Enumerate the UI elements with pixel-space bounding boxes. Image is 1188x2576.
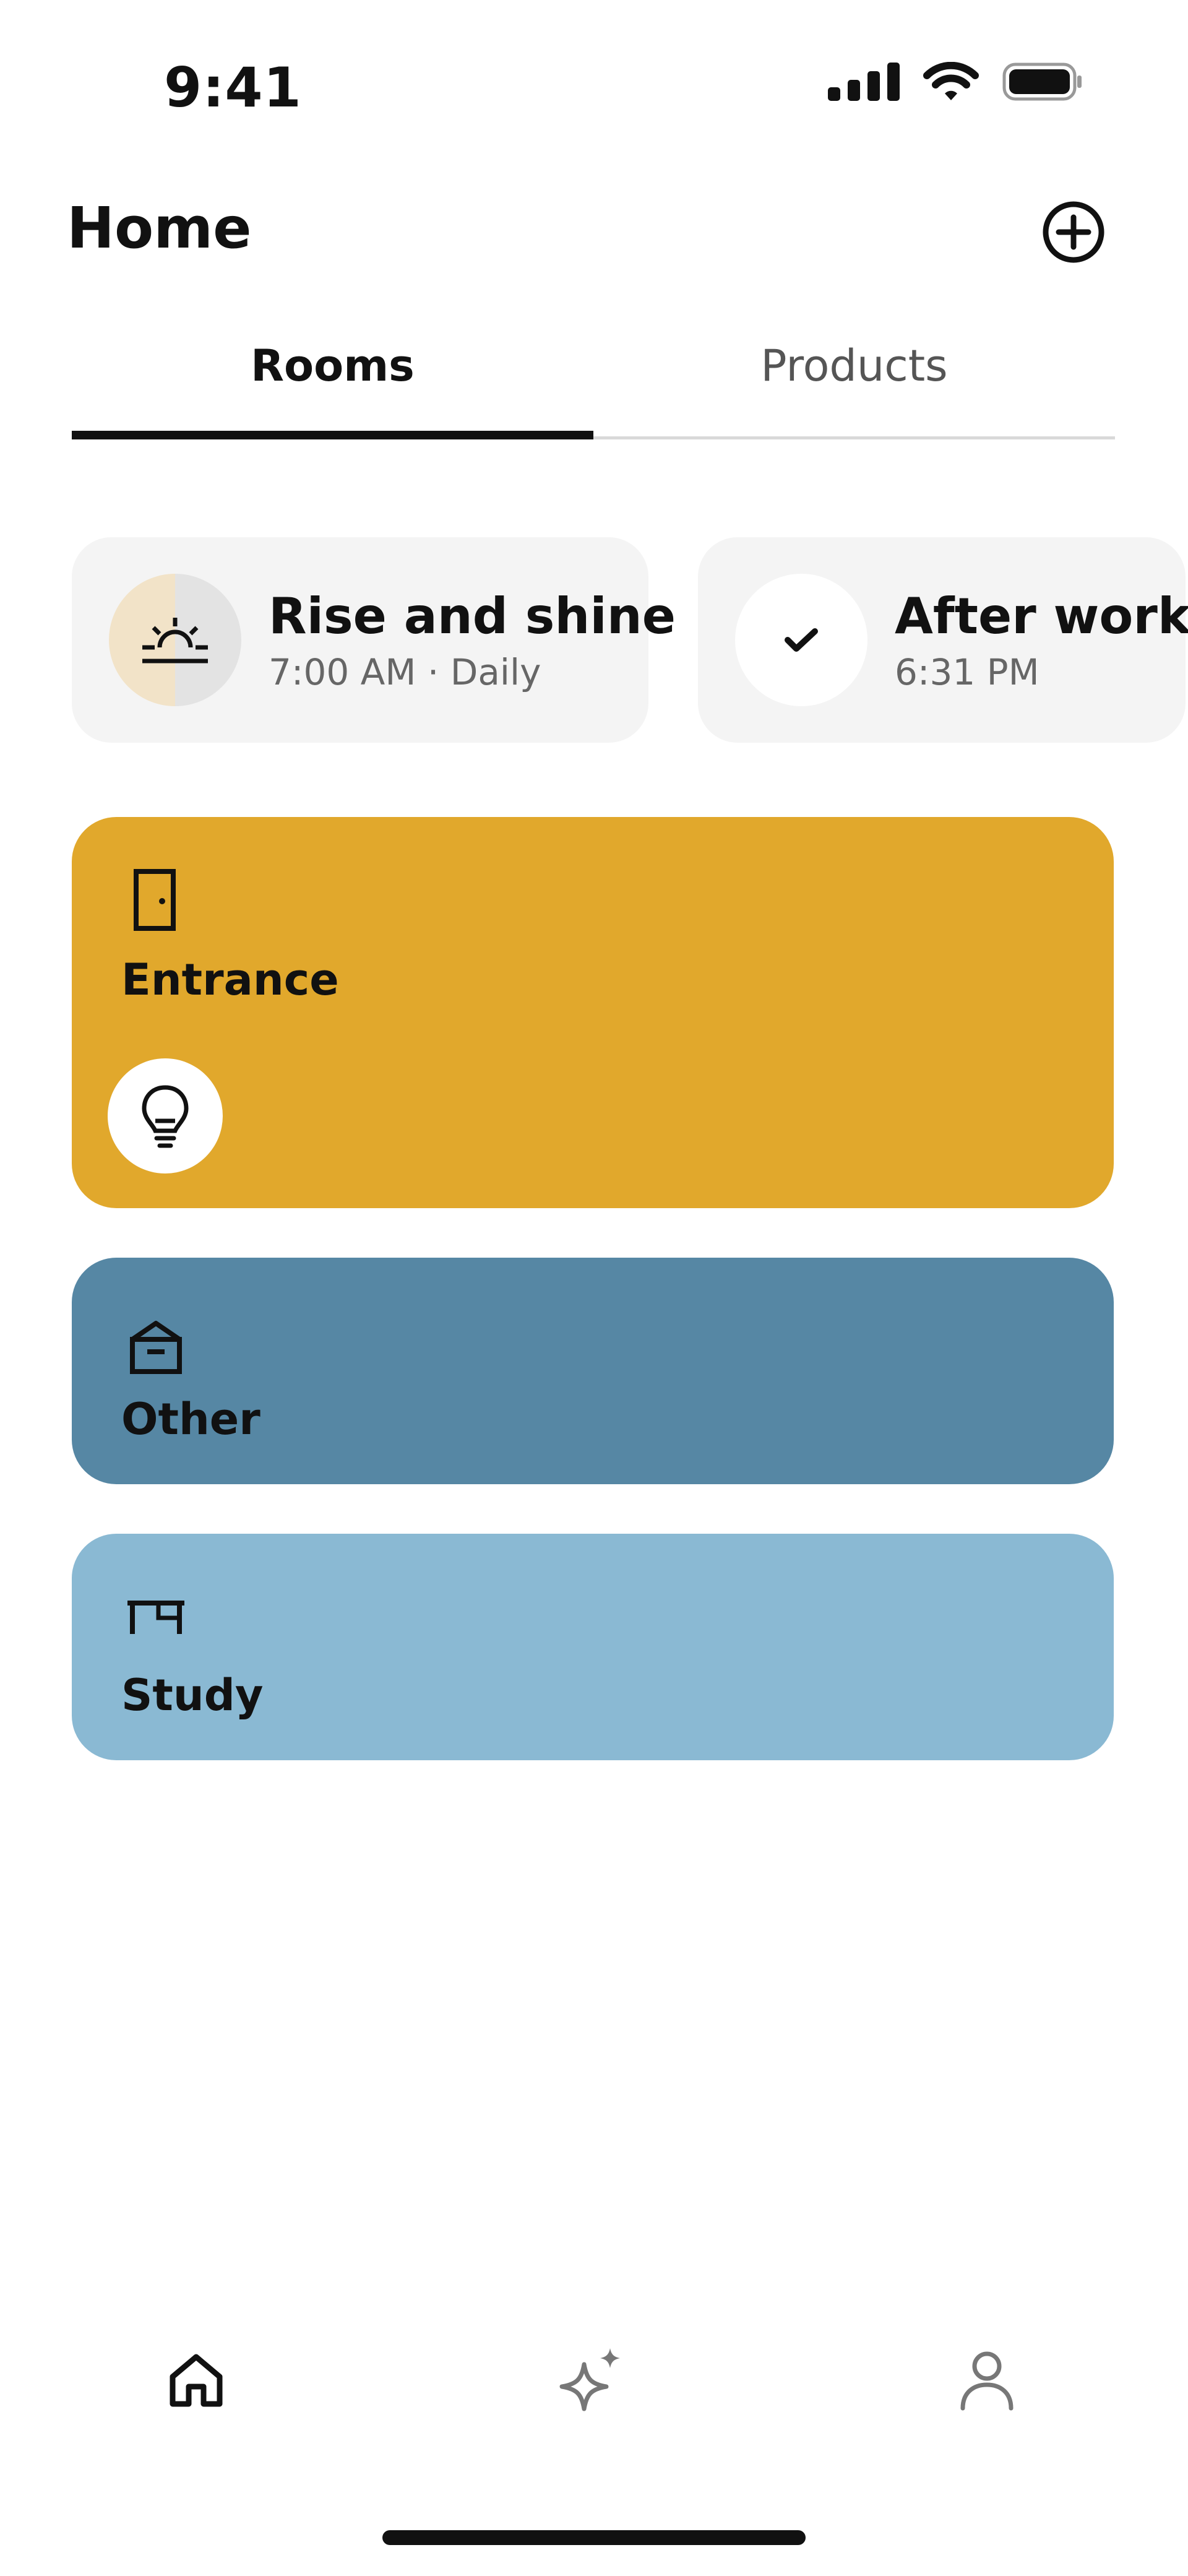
nav-home[interactable] xyxy=(150,2333,243,2426)
room-card-other[interactable]: Other xyxy=(72,1258,1114,1484)
light-device-button[interactable] xyxy=(108,1058,223,1173)
desk-icon xyxy=(127,1601,184,1634)
home-icon xyxy=(170,2354,223,2407)
status-icons xyxy=(828,62,1083,102)
routine-text: After work 6:31 PM xyxy=(895,587,1188,693)
plus-circle-icon xyxy=(1043,201,1104,263)
tab-rooms[interactable]: Rooms xyxy=(72,334,593,439)
tab-rooms-label: Rooms xyxy=(251,340,415,391)
room-name: Study xyxy=(121,1670,264,1721)
routine-avatar xyxy=(735,574,867,706)
routines-carousel[interactable]: Rise and shine 7:00 AM · Daily After wor… xyxy=(72,537,1188,743)
room-name: Entrance xyxy=(121,954,339,1005)
room-card-study[interactable]: Study xyxy=(72,1534,1114,1760)
tab-products[interactable]: Products xyxy=(593,334,1115,439)
add-button[interactable] xyxy=(1040,198,1108,266)
routine-avatar xyxy=(109,574,241,706)
page-title: Home xyxy=(67,195,252,261)
home-indicator xyxy=(382,2530,806,2545)
nav-scenes[interactable] xyxy=(544,2333,637,2426)
routine-schedule: 7:00 AM · Daily xyxy=(269,650,541,693)
routine-card-rise-and-shine[interactable]: Rise and shine 7:00 AM · Daily xyxy=(72,537,676,743)
battery-icon xyxy=(1002,63,1082,101)
profile-icon xyxy=(960,2351,1014,2411)
cellular-signal-icon xyxy=(828,63,900,101)
wifi-icon xyxy=(923,62,979,100)
door-icon xyxy=(134,869,176,931)
sparkle-icon xyxy=(559,2348,620,2411)
bottom-nav xyxy=(0,2333,1188,2426)
tab-products-label: Products xyxy=(760,340,948,391)
status-time: 9:41 xyxy=(164,56,302,119)
lightbulb-icon xyxy=(142,1085,189,1148)
room-card-entrance[interactable]: Entrance xyxy=(72,817,1114,1208)
routine-schedule: 6:31 PM xyxy=(895,650,1040,693)
routine-name: After work xyxy=(895,587,1188,645)
routine-name: Rise and shine xyxy=(269,587,676,645)
app-screen: 9:41 Home Rooms Products Rise and shine … xyxy=(0,0,1188,2576)
nav-profile[interactable] xyxy=(940,2333,1033,2426)
checkmark-icon xyxy=(785,628,818,652)
sunrise-icon xyxy=(142,618,208,663)
tab-bar: Rooms Products xyxy=(72,334,1115,439)
box-icon xyxy=(130,1321,182,1374)
room-name: Other xyxy=(121,1394,260,1445)
routine-card-after-work[interactable]: After work 6:31 PM xyxy=(698,537,1188,743)
routine-text: Rise and shine 7:00 AM · Daily xyxy=(269,587,676,693)
